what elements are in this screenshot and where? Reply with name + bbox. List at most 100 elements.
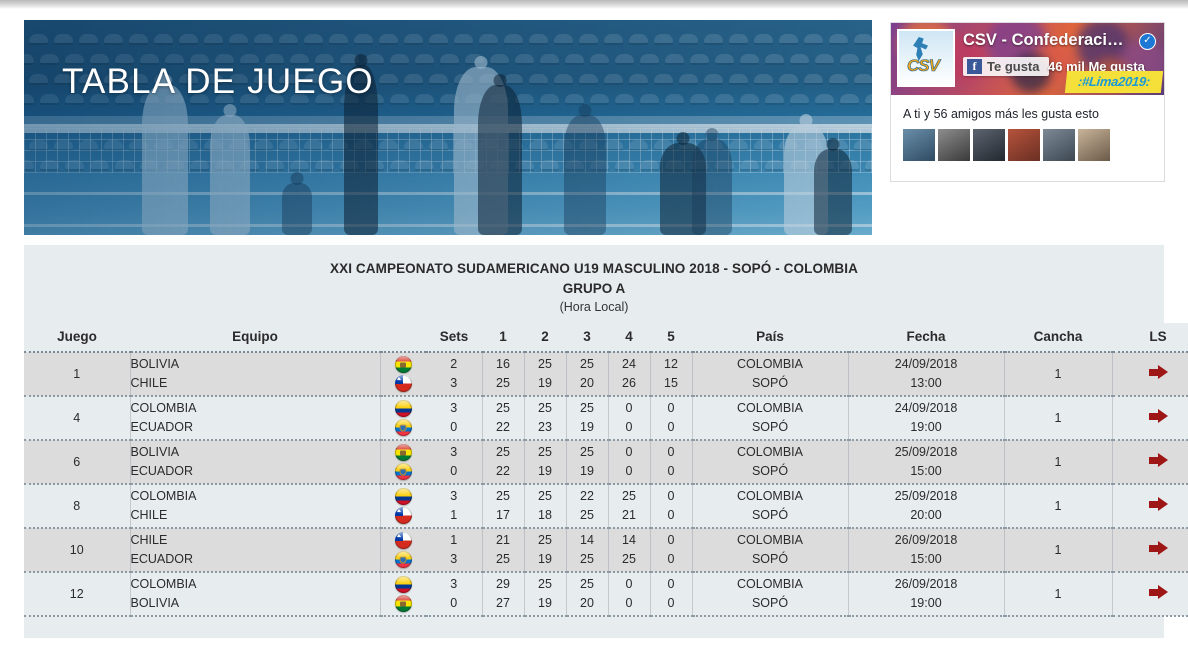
home-sets-won: 2 [450,357,458,371]
away-set-3-score: 20 [580,376,594,390]
header-flag [380,323,426,353]
home-set-3-score: 22 [580,489,594,503]
facebook-page-plugin[interactable]: CSV CSV - Confederaci… ✓ f Te gusta 46 m… [890,22,1165,182]
cell-ls[interactable] [1111,484,1188,529]
cell-pais: COLOMBIA SOPÓ [691,352,848,397]
friend-photo-2[interactable] [938,129,970,161]
venue-country: COLOMBIA [737,533,803,547]
red-arrow-right-icon[interactable] [1148,585,1168,600]
table-row[interactable]: 1 BOLIVIA CHILE 2 3 16 25 25 19 25 20 24 26 12 15 COLOM… [24,352,1188,397]
cell-flags [379,572,426,617]
home-team-name: COLOMBIA [130,401,197,415]
venue-city: SOPÓ [751,464,789,478]
away-set-4-score: 0 [625,420,633,434]
venue-country: COLOMBIA [737,445,803,459]
home-set-3-score: 25 [580,577,594,591]
home-sets-won: 3 [450,445,458,459]
away-set-5-score: 15 [664,376,678,390]
table-row[interactable]: 10 CHILE ECUADOR 1 3 21 25 25 19 14 25 14 25 0 0 COLOMB… [24,528,1188,573]
cell-sets: 31 [426,484,482,529]
cell-juego: 8 [24,484,130,529]
cell-ls[interactable] [1111,440,1188,485]
away-sets-won: 0 [450,420,458,434]
cell-set-4: 00 [607,572,650,617]
away-set-3-score: 19 [580,420,594,434]
away-set-1-score: 25 [496,552,510,566]
cell-set-2: 25 19 [523,352,566,397]
header-juego: Juego [24,323,130,353]
table-row[interactable]: 12 COLOMBIA BOLIVIA 3 0 29 27 25 19 25 20 0 0 0 0 COLOM… [24,572,1188,617]
cell-ls[interactable] [1111,528,1188,573]
home-set-2-score: 25 [538,489,552,503]
red-arrow-right-icon[interactable] [1148,453,1168,468]
venue-city: SOPÓ [751,376,789,390]
away-set-1-score: 17 [496,508,510,522]
home-set-1-score: 21 [496,533,510,547]
friend-photo-3[interactable] [973,129,1005,161]
cell-juego: 12 [24,572,130,617]
red-arrow-right-icon[interactable] [1148,409,1168,424]
cell-ls[interactable] [1111,352,1188,397]
cell-sets: 30 [426,572,482,617]
cell-ls[interactable] [1111,396,1188,441]
home-set-5-score: 0 [667,577,675,591]
cell-set-4: 14 25 [607,528,650,573]
home-team-flag-icon [394,532,412,550]
home-team-name: BOLIVIA [130,445,180,459]
cell-equipo: COLOMBIA ECUADOR [129,396,380,441]
home-set-3-score: 14 [580,533,594,547]
away-set-2-score: 18 [538,508,552,522]
header-cancha: Cancha [1004,323,1112,353]
cell-fecha: 25/09/2018 20:00 [847,484,1004,529]
header-set-5: 5 [650,323,692,353]
home-sets-won: 3 [450,489,458,503]
table-row[interactable]: 8 COLOMBIA CHILE 3 1 25 17 25 18 22 25 25 21 0 0 COLOMB… [24,484,1188,529]
home-set-5-score: 0 [667,445,675,459]
cell-ls[interactable] [1111,572,1188,617]
cell-fecha: 24/09/2018 19:00 [847,396,1004,441]
match-date: 26/09/2018 [894,577,958,591]
home-sets-won: 3 [450,401,458,415]
facebook-like-button[interactable]: f Te gusta [963,57,1049,76]
red-arrow-right-icon[interactable] [1148,541,1168,556]
away-set-2-score: 19 [538,464,552,478]
cell-pais: COLOMBIA SOPÓ [691,528,848,573]
away-set-1-score: 25 [496,376,510,390]
friend-photo-4[interactable] [1008,129,1040,161]
cell-set-3: 25 20 [565,572,608,617]
table-row[interactable]: 4 COLOMBIA ECUADOR 3 0 25 22 25 23 25 19 0 0 0 0 COLOMB… [24,396,1188,441]
friend-photo-1[interactable] [903,129,935,161]
venue-city: SOPÓ [751,552,789,566]
home-set-3-score: 25 [580,445,594,459]
home-set-5-score: 0 [667,489,675,503]
facebook-page-avatar[interactable]: CSV [897,29,955,87]
cell-juego: 4 [24,396,130,441]
match-time: 15:00 [910,464,942,478]
page-root: TABLA DE JUEGO CSV CSV - Confederaci… ✓ … [0,0,1188,669]
cell-set-4: 00 [607,396,650,441]
tournament-title: XXI CAMPEONATO SUDAMERICANO U19 MASCULIN… [330,261,858,276]
cell-set-3: 25 20 [565,352,608,397]
facebook-social-context: A ti y 56 amigos más les gusta esto [891,95,1164,170]
away-set-4-score: 0 [625,596,633,610]
red-arrow-right-icon[interactable] [1148,497,1168,512]
friend-photo-5[interactable] [1043,129,1075,161]
friend-photo-6[interactable] [1078,129,1110,161]
cell-cancha: 1 [1003,484,1112,529]
group-label: GRUPO A [562,281,626,296]
friend-thumbnails[interactable] [903,129,1154,161]
match-time: 19:00 [910,596,942,610]
home-team-name: COLOMBIA [130,489,197,503]
table-row[interactable]: 6 BOLIVIA ECUADOR 3 0 25 22 25 19 25 19 0 0 0 0 COLOMBI… [24,440,1188,485]
facebook-page-name[interactable]: CSV - Confederaci… [963,31,1123,50]
away-set-2-score: 19 [538,596,552,610]
cell-pais: COLOMBIA SOPÓ [691,440,848,485]
venue-city: SOPÓ [751,508,789,522]
campaign-dots-right: : [1145,74,1151,89]
away-sets-won: 0 [450,596,458,610]
cell-set-3: 25 19 [565,396,608,441]
away-team-name: CHILE [130,508,168,522]
away-set-4-score: 25 [622,552,636,566]
red-arrow-right-icon[interactable] [1148,365,1168,380]
away-set-5-score: 0 [667,420,675,434]
